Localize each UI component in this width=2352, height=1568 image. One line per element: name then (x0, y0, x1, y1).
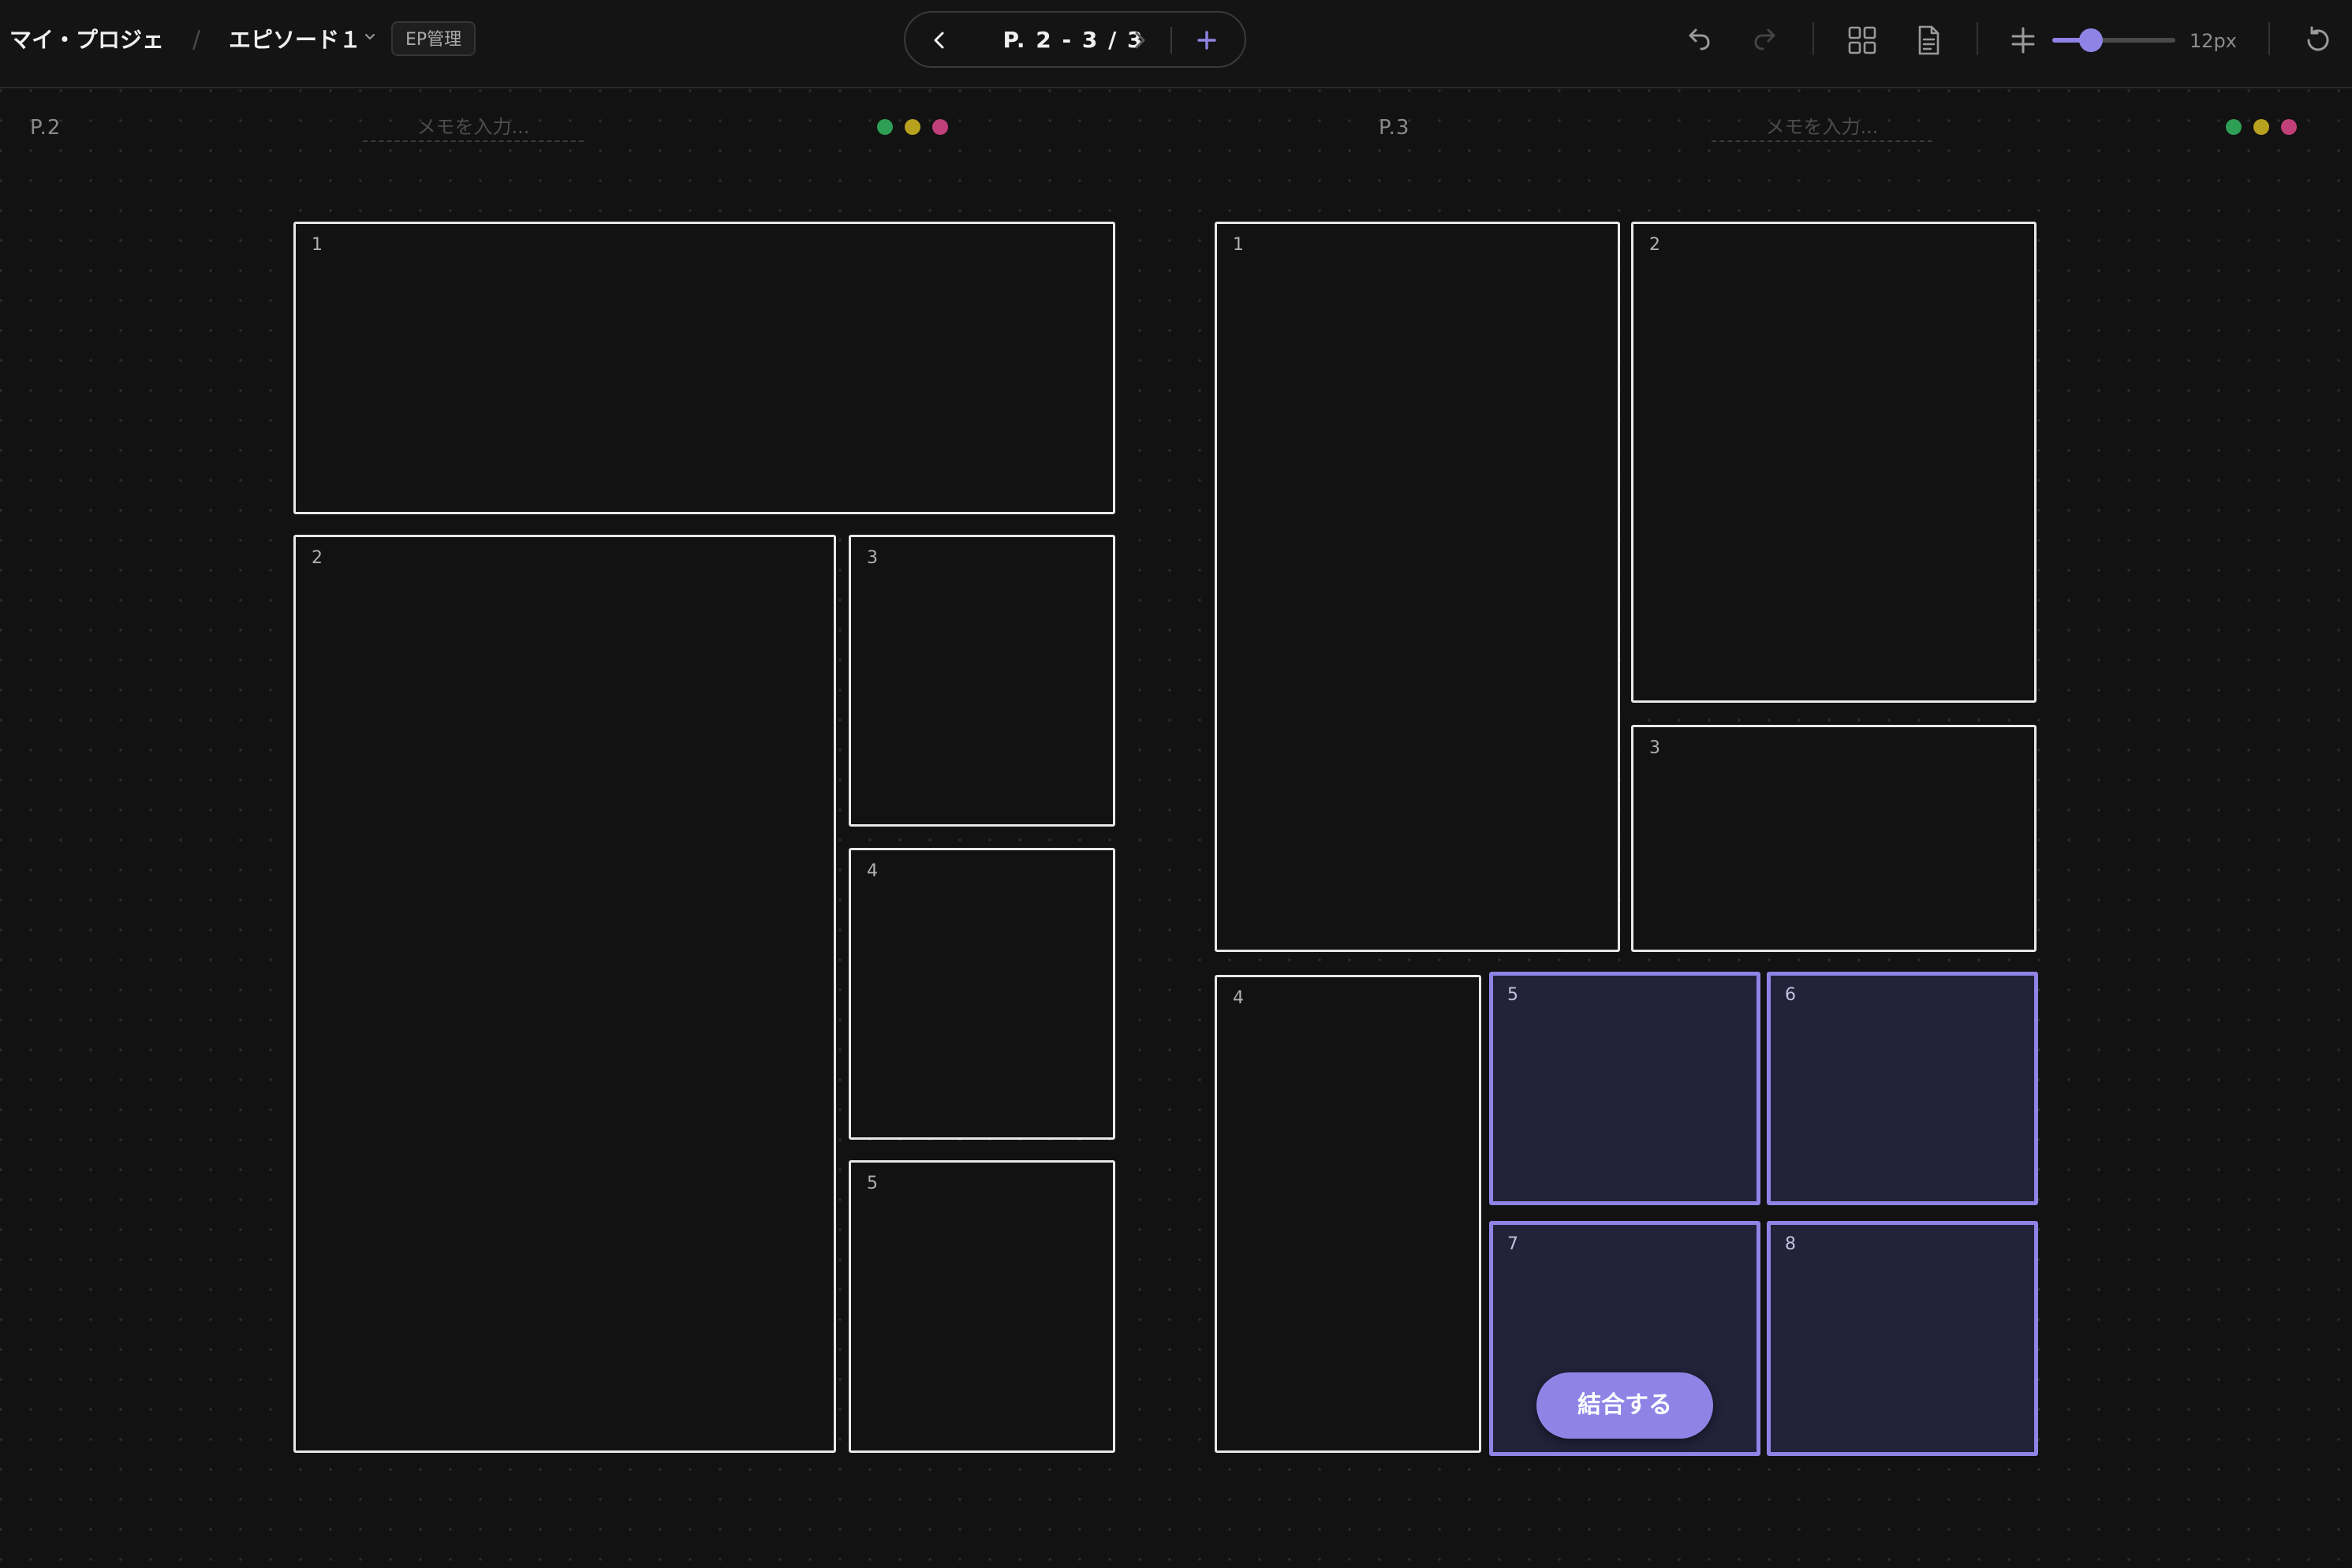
comic-panel[interactable]: 3 (849, 535, 1115, 827)
comic-panel[interactable]: 3 (1631, 725, 2037, 952)
comic-panel-selected[interactable]: 8 (1767, 1221, 2038, 1456)
gutter-slider-track[interactable] (2052, 38, 2175, 43)
comic-panel[interactable]: 1 (1215, 222, 1620, 952)
chevron-right-icon[interactable] (1125, 26, 1153, 54)
comic-panel[interactable]: 5 (849, 1160, 1115, 1453)
gutter-slider-thumb[interactable] (2079, 28, 2103, 52)
status-dot[interactable] (2226, 119, 2242, 135)
divider (1170, 27, 1172, 54)
redo-icon[interactable] (1749, 24, 1783, 57)
status-dot[interactable] (2281, 119, 2297, 135)
divider (2268, 22, 2270, 55)
ep-manage-button[interactable]: EP管理 (391, 21, 476, 56)
panel-number: 1 (1233, 235, 1244, 255)
status-dot[interactable] (2253, 119, 2269, 135)
panel-number: 8 (1785, 1234, 1796, 1254)
comic-panel[interactable]: 4 (849, 848, 1115, 1140)
panel-number: 7 (1507, 1234, 1518, 1254)
comic-panel[interactable]: 2 (1631, 222, 2037, 703)
panel-number: 5 (867, 1174, 878, 1193)
page-label: P.2 (30, 116, 62, 140)
document-icon[interactable] (1912, 24, 1945, 57)
project-name[interactable]: マイ・プロジェ (9, 22, 164, 58)
episode-selector[interactable]: エピソード１ (229, 22, 361, 58)
reset-icon[interactable] (2302, 24, 2335, 57)
panel-number: 5 (1507, 985, 1518, 1005)
comic-panel[interactable]: 1 (293, 222, 1115, 514)
panel-number: 2 (1649, 235, 1660, 255)
panel-number: 1 (312, 235, 323, 255)
chevron-down-icon[interactable] (364, 32, 375, 43)
page-navigator: P. 2 - 3 / 3 (904, 11, 1246, 68)
top-toolbar: マイ・プロジェ / エピソード１ EP管理 P. 2 - 3 / 3 12px (0, 0, 2352, 88)
breadcrumb-separator: / (192, 26, 201, 54)
comic-panel[interactable]: 4 (1215, 975, 1481, 1453)
status-dot[interactable] (932, 119, 948, 135)
divider (1813, 22, 1814, 55)
memo-input[interactable]: メモを入力... (1712, 112, 1932, 142)
panel-number: 6 (1785, 985, 1796, 1005)
status-dot[interactable] (877, 119, 893, 135)
comic-panel[interactable]: 2 (293, 535, 836, 1453)
panel-number: 3 (1649, 738, 1660, 758)
gutter-spacing-icon (2011, 27, 2035, 54)
grid-view-icon[interactable] (1846, 24, 1879, 57)
divider (1977, 22, 1978, 55)
chevron-left-icon[interactable] (926, 26, 954, 54)
memo-input[interactable]: メモを入力... (363, 112, 584, 142)
merge-panels-button[interactable]: 結合する (1536, 1372, 1713, 1439)
status-dot[interactable] (905, 119, 920, 135)
panel-number: 3 (867, 548, 878, 568)
panel-number: 4 (867, 861, 878, 881)
gutter-size-value: 12px (2190, 30, 2237, 52)
panel-number: 2 (312, 548, 323, 568)
comic-panel-selected[interactable]: 5 (1489, 972, 1760, 1205)
undo-icon[interactable] (1682, 24, 1715, 57)
comic-panel-selected[interactable]: 6 (1767, 972, 2038, 1205)
add-page-icon[interactable] (1193, 26, 1221, 54)
page-label: P.3 (1379, 116, 1410, 140)
panel-number: 4 (1233, 988, 1244, 1008)
